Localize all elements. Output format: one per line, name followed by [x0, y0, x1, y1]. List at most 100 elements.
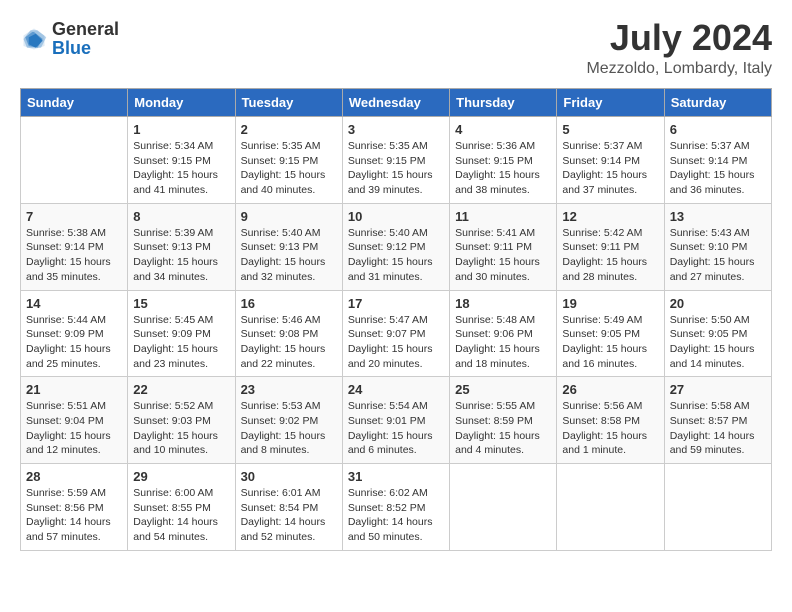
calendar-cell: 16 Sunrise: 5:46 AMSunset: 9:08 PMDayligh…	[235, 290, 342, 377]
day-info: Sunrise: 5:52 AMSunset: 9:03 PMDaylight:…	[133, 399, 229, 458]
day-number: 27	[670, 382, 766, 397]
day-number: 30	[241, 469, 337, 484]
header-row: SundayMondayTuesdayWednesdayThursdayFrid…	[21, 89, 772, 117]
day-info: Sunrise: 5:35 AMSunset: 9:15 PMDaylight:…	[241, 139, 337, 198]
calendar-cell: 15 Sunrise: 5:45 AMSunset: 9:09 PMDayligh…	[128, 290, 235, 377]
calendar-body: 1 Sunrise: 5:34 AMSunset: 9:15 PMDaylight…	[21, 117, 772, 551]
calendar-cell: 25 Sunrise: 5:55 AMSunset: 8:59 PMDayligh…	[450, 377, 557, 464]
day-number: 14	[26, 296, 122, 311]
day-number: 3	[348, 122, 444, 137]
logo-text: General Blue	[52, 20, 119, 58]
calendar-cell: 29Sunrise: 6:00 AMSunset: 8:55 PMDayligh…	[128, 464, 235, 551]
calendar-cell: 20 Sunrise: 5:50 AMSunset: 9:05 PMDayligh…	[664, 290, 771, 377]
day-number: 4	[455, 122, 551, 137]
day-number: 9	[241, 209, 337, 224]
day-number: 15	[133, 296, 229, 311]
day-info: Sunrise: 5:41 AMSunset: 9:11 PMDaylight:…	[455, 226, 551, 285]
day-info: Sunrise: 5:56 AMSunset: 8:58 PMDaylight:…	[562, 399, 658, 458]
day-number: 25	[455, 382, 551, 397]
day-info: Sunrise: 5:58 AMSunset: 8:57 PMDaylight:…	[670, 399, 766, 458]
calendar-cell: 13 Sunrise: 5:43 AMSunset: 9:10 PMDayligh…	[664, 203, 771, 290]
day-info: Sunrise: 5:45 AMSunset: 9:09 PMDaylight:…	[133, 313, 229, 372]
day-info: Sunrise: 5:40 AMSunset: 9:13 PMDaylight:…	[241, 226, 337, 285]
day-number: 13	[670, 209, 766, 224]
logo: General Blue	[20, 20, 119, 58]
calendar-cell: 19Sunrise: 5:49 AMSunset: 9:05 PMDayligh…	[557, 290, 664, 377]
calendar-cell	[664, 464, 771, 551]
calendar-cell: 18 Sunrise: 5:48 AMSunset: 9:06 PMDayligh…	[450, 290, 557, 377]
calendar-header: SundayMondayTuesdayWednesdayThursdayFrid…	[21, 89, 772, 117]
day-number: 6	[670, 122, 766, 137]
calendar-cell: 31Sunrise: 6:02 AMSunset: 8:52 PMDayligh…	[342, 464, 449, 551]
logo-general: General	[52, 19, 119, 39]
calendar-cell: 12Sunrise: 5:42 AMSunset: 9:11 PMDayligh…	[557, 203, 664, 290]
day-info: Sunrise: 5:48 AMSunset: 9:06 PMDaylight:…	[455, 313, 551, 372]
calendar-cell: 6 Sunrise: 5:37 AMSunset: 9:14 PMDaylight…	[664, 117, 771, 204]
day-info: Sunrise: 5:46 AMSunset: 9:08 PMDaylight:…	[241, 313, 337, 372]
day-number: 28	[26, 469, 122, 484]
calendar-cell: 21Sunrise: 5:51 AMSunset: 9:04 PMDayligh…	[21, 377, 128, 464]
day-info: Sunrise: 5:36 AMSunset: 9:15 PMDaylight:…	[455, 139, 551, 198]
calendar-cell	[450, 464, 557, 551]
location-subtitle: Mezzoldo, Lombardy, Italy	[586, 60, 772, 78]
day-info: Sunrise: 5:51 AMSunset: 9:04 PMDaylight:…	[26, 399, 122, 458]
day-info: Sunrise: 5:53 AMSunset: 9:02 PMDaylight:…	[241, 399, 337, 458]
day-info: Sunrise: 5:34 AMSunset: 9:15 PMDaylight:…	[133, 139, 229, 198]
day-number: 1	[133, 122, 229, 137]
day-number: 8	[133, 209, 229, 224]
day-info: Sunrise: 5:50 AMSunset: 9:05 PMDaylight:…	[670, 313, 766, 372]
col-header-sunday: Sunday	[21, 89, 128, 117]
day-number: 11	[455, 209, 551, 224]
calendar-table: SundayMondayTuesdayWednesdayThursdayFrid…	[20, 88, 772, 551]
calendar-cell: 17Sunrise: 5:47 AMSunset: 9:07 PMDayligh…	[342, 290, 449, 377]
day-info: Sunrise: 5:54 AMSunset: 9:01 PMDaylight:…	[348, 399, 444, 458]
day-number: 10	[348, 209, 444, 224]
col-header-friday: Friday	[557, 89, 664, 117]
calendar-week-1: 1 Sunrise: 5:34 AMSunset: 9:15 PMDaylight…	[21, 117, 772, 204]
logo-blue: Blue	[52, 38, 91, 58]
day-info: Sunrise: 5:37 AMSunset: 9:14 PMDaylight:…	[670, 139, 766, 198]
calendar-cell: 10 Sunrise: 5:40 AMSunset: 9:12 PMDayligh…	[342, 203, 449, 290]
day-info: Sunrise: 5:49 AMSunset: 9:05 PMDaylight:…	[562, 313, 658, 372]
day-number: 26	[562, 382, 658, 397]
calendar-cell: 7Sunrise: 5:38 AMSunset: 9:14 PMDaylight…	[21, 203, 128, 290]
logo-icon	[20, 25, 48, 53]
calendar-cell: 2 Sunrise: 5:35 AMSunset: 9:15 PMDaylight…	[235, 117, 342, 204]
calendar-cell: 22 Sunrise: 5:52 AMSunset: 9:03 PMDayligh…	[128, 377, 235, 464]
day-info: Sunrise: 5:37 AMSunset: 9:14 PMDaylight:…	[562, 139, 658, 198]
calendar-cell: 5Sunrise: 5:37 AMSunset: 9:14 PMDaylight…	[557, 117, 664, 204]
day-info: Sunrise: 5:35 AMSunset: 9:15 PMDaylight:…	[348, 139, 444, 198]
calendar-cell	[21, 117, 128, 204]
day-number: 22	[133, 382, 229, 397]
day-number: 20	[670, 296, 766, 311]
day-number: 17	[348, 296, 444, 311]
day-info: Sunrise: 5:55 AMSunset: 8:59 PMDaylight:…	[455, 399, 551, 458]
day-number: 24	[348, 382, 444, 397]
day-number: 18	[455, 296, 551, 311]
day-info: Sunrise: 5:43 AMSunset: 9:10 PMDaylight:…	[670, 226, 766, 285]
calendar-cell: 24 Sunrise: 5:54 AMSunset: 9:01 PMDayligh…	[342, 377, 449, 464]
day-number: 2	[241, 122, 337, 137]
day-number: 29	[133, 469, 229, 484]
calendar-cell: 14 Sunrise: 5:44 AMSunset: 9:09 PMDayligh…	[21, 290, 128, 377]
calendar-cell: 26 Sunrise: 5:56 AMSunset: 8:58 PMDayligh…	[557, 377, 664, 464]
calendar-cell	[557, 464, 664, 551]
day-info: Sunrise: 5:59 AMSunset: 8:56 PMDaylight:…	[26, 486, 122, 545]
month-title: July 2024	[586, 20, 772, 56]
day-number: 7	[26, 209, 122, 224]
calendar-cell: 27 Sunrise: 5:58 AMSunset: 8:57 PMDayligh…	[664, 377, 771, 464]
day-info: Sunrise: 5:40 AMSunset: 9:12 PMDaylight:…	[348, 226, 444, 285]
day-number: 16	[241, 296, 337, 311]
calendar-cell: 9 Sunrise: 5:40 AMSunset: 9:13 PMDaylight…	[235, 203, 342, 290]
col-header-monday: Monday	[128, 89, 235, 117]
day-number: 23	[241, 382, 337, 397]
calendar-cell: 28 Sunrise: 5:59 AMSunset: 8:56 PMDayligh…	[21, 464, 128, 551]
day-info: Sunrise: 5:39 AMSunset: 9:13 PMDaylight:…	[133, 226, 229, 285]
calendar-cell: 1 Sunrise: 5:34 AMSunset: 9:15 PMDaylight…	[128, 117, 235, 204]
calendar-week-4: 21Sunrise: 5:51 AMSunset: 9:04 PMDayligh…	[21, 377, 772, 464]
day-info: Sunrise: 6:02 AMSunset: 8:52 PMDaylight:…	[348, 486, 444, 545]
col-header-saturday: Saturday	[664, 89, 771, 117]
day-info: Sunrise: 5:44 AMSunset: 9:09 PMDaylight:…	[26, 313, 122, 372]
calendar-week-2: 7Sunrise: 5:38 AMSunset: 9:14 PMDaylight…	[21, 203, 772, 290]
calendar-week-3: 14 Sunrise: 5:44 AMSunset: 9:09 PMDayligh…	[21, 290, 772, 377]
